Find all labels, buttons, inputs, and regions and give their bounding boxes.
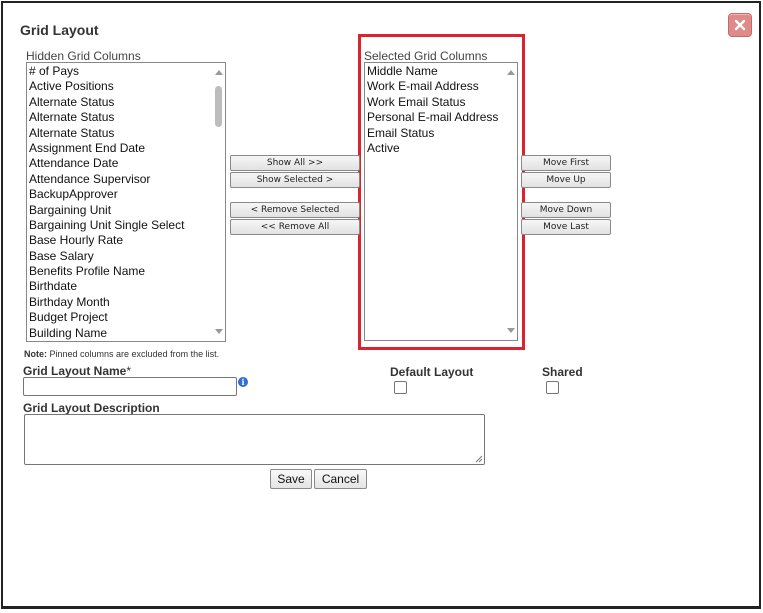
show-all-button[interactable]: Show All >> <box>230 155 360 171</box>
list-item[interactable]: Alternate Status <box>27 110 213 125</box>
list-item[interactable]: Attendance Supervisor <box>27 172 213 187</box>
shared-label: Shared <box>542 365 583 379</box>
close-x-icon <box>734 19 746 31</box>
grid-layout-name-label-text: Grid Layout Name <box>23 364 127 378</box>
cancel-button[interactable]: Cancel <box>314 469 367 489</box>
required-mark: * <box>126 364 132 378</box>
dialog-title: Grid Layout <box>20 22 99 38</box>
hidden-columns-listbox[interactable]: # of Pays Active Positions Alternate Statu… <box>26 62 226 342</box>
list-item[interactable]: Base Salary <box>27 249 213 264</box>
hidden-columns-scrollbar[interactable] <box>213 63 225 341</box>
list-item[interactable]: Budget Project <box>27 310 213 325</box>
list-item[interactable]: Alternate Status <box>27 126 213 141</box>
list-item[interactable]: Bargaining Unit Single Select <box>27 218 213 233</box>
list-item[interactable]: Birthdate <box>27 279 213 294</box>
list-item[interactable]: Building Name <box>27 326 213 341</box>
grid-layout-description-textarea[interactable] <box>24 414 485 465</box>
grid-layout-description-label: Grid Layout Description <box>23 401 160 415</box>
move-up-button[interactable]: Move Up <box>521 172 611 188</box>
list-item[interactable]: Active Positions <box>27 79 213 94</box>
resize-grip-icon[interactable] <box>475 455 483 463</box>
scroll-up-arrow-icon[interactable] <box>215 70 223 75</box>
pinned-columns-note: Note: Pinned columns are excluded from t… <box>24 349 219 359</box>
close-button[interactable] <box>728 13 752 37</box>
list-item[interactable]: Benefits Profile Name <box>27 264 213 279</box>
move-last-button[interactable]: Move Last <box>521 219 611 235</box>
note-prefix: Note: <box>24 349 47 359</box>
list-item[interactable]: Assignment End Date <box>27 141 213 156</box>
selected-columns-highlight <box>358 34 525 350</box>
hidden-columns-label: Hidden Grid Columns <box>26 49 141 63</box>
hidden-columns-items: # of Pays Active Positions Alternate Statu… <box>27 63 213 341</box>
note-text: Pinned columns are excluded from the lis… <box>47 349 220 359</box>
list-item[interactable]: Alternate Status <box>27 95 213 110</box>
shared-checkbox[interactable] <box>546 381 559 394</box>
scroll-thumb[interactable] <box>215 86 222 127</box>
show-selected-button[interactable]: Show Selected > <box>230 172 360 188</box>
list-item[interactable]: Base Hourly Rate <box>27 233 213 248</box>
default-layout-label: Default Layout <box>390 365 474 379</box>
grid-layout-name-label: Grid Layout Name* <box>23 364 131 378</box>
list-item[interactable]: # of Pays <box>27 64 213 79</box>
remove-selected-button[interactable]: < Remove Selected <box>230 202 360 218</box>
scroll-down-arrow-icon[interactable] <box>215 329 223 334</box>
list-item[interactable]: Birthday Month <box>27 295 213 310</box>
remove-all-button[interactable]: << Remove All <box>230 219 360 235</box>
info-icon[interactable]: i <box>238 377 248 387</box>
grid-layout-name-input[interactable] <box>23 377 237 396</box>
save-button[interactable]: Save <box>270 469 312 489</box>
move-down-button[interactable]: Move Down <box>521 202 611 218</box>
list-item[interactable]: Bargaining Unit <box>27 203 213 218</box>
list-item[interactable]: BackupApprover <box>27 187 213 202</box>
move-first-button[interactable]: Move First <box>521 155 611 171</box>
list-item[interactable]: Attendance Date <box>27 156 213 171</box>
default-layout-checkbox[interactable] <box>394 381 407 394</box>
grid-layout-dialog: Grid Layout Hidden Grid Columns # of Pay… <box>1 1 761 609</box>
